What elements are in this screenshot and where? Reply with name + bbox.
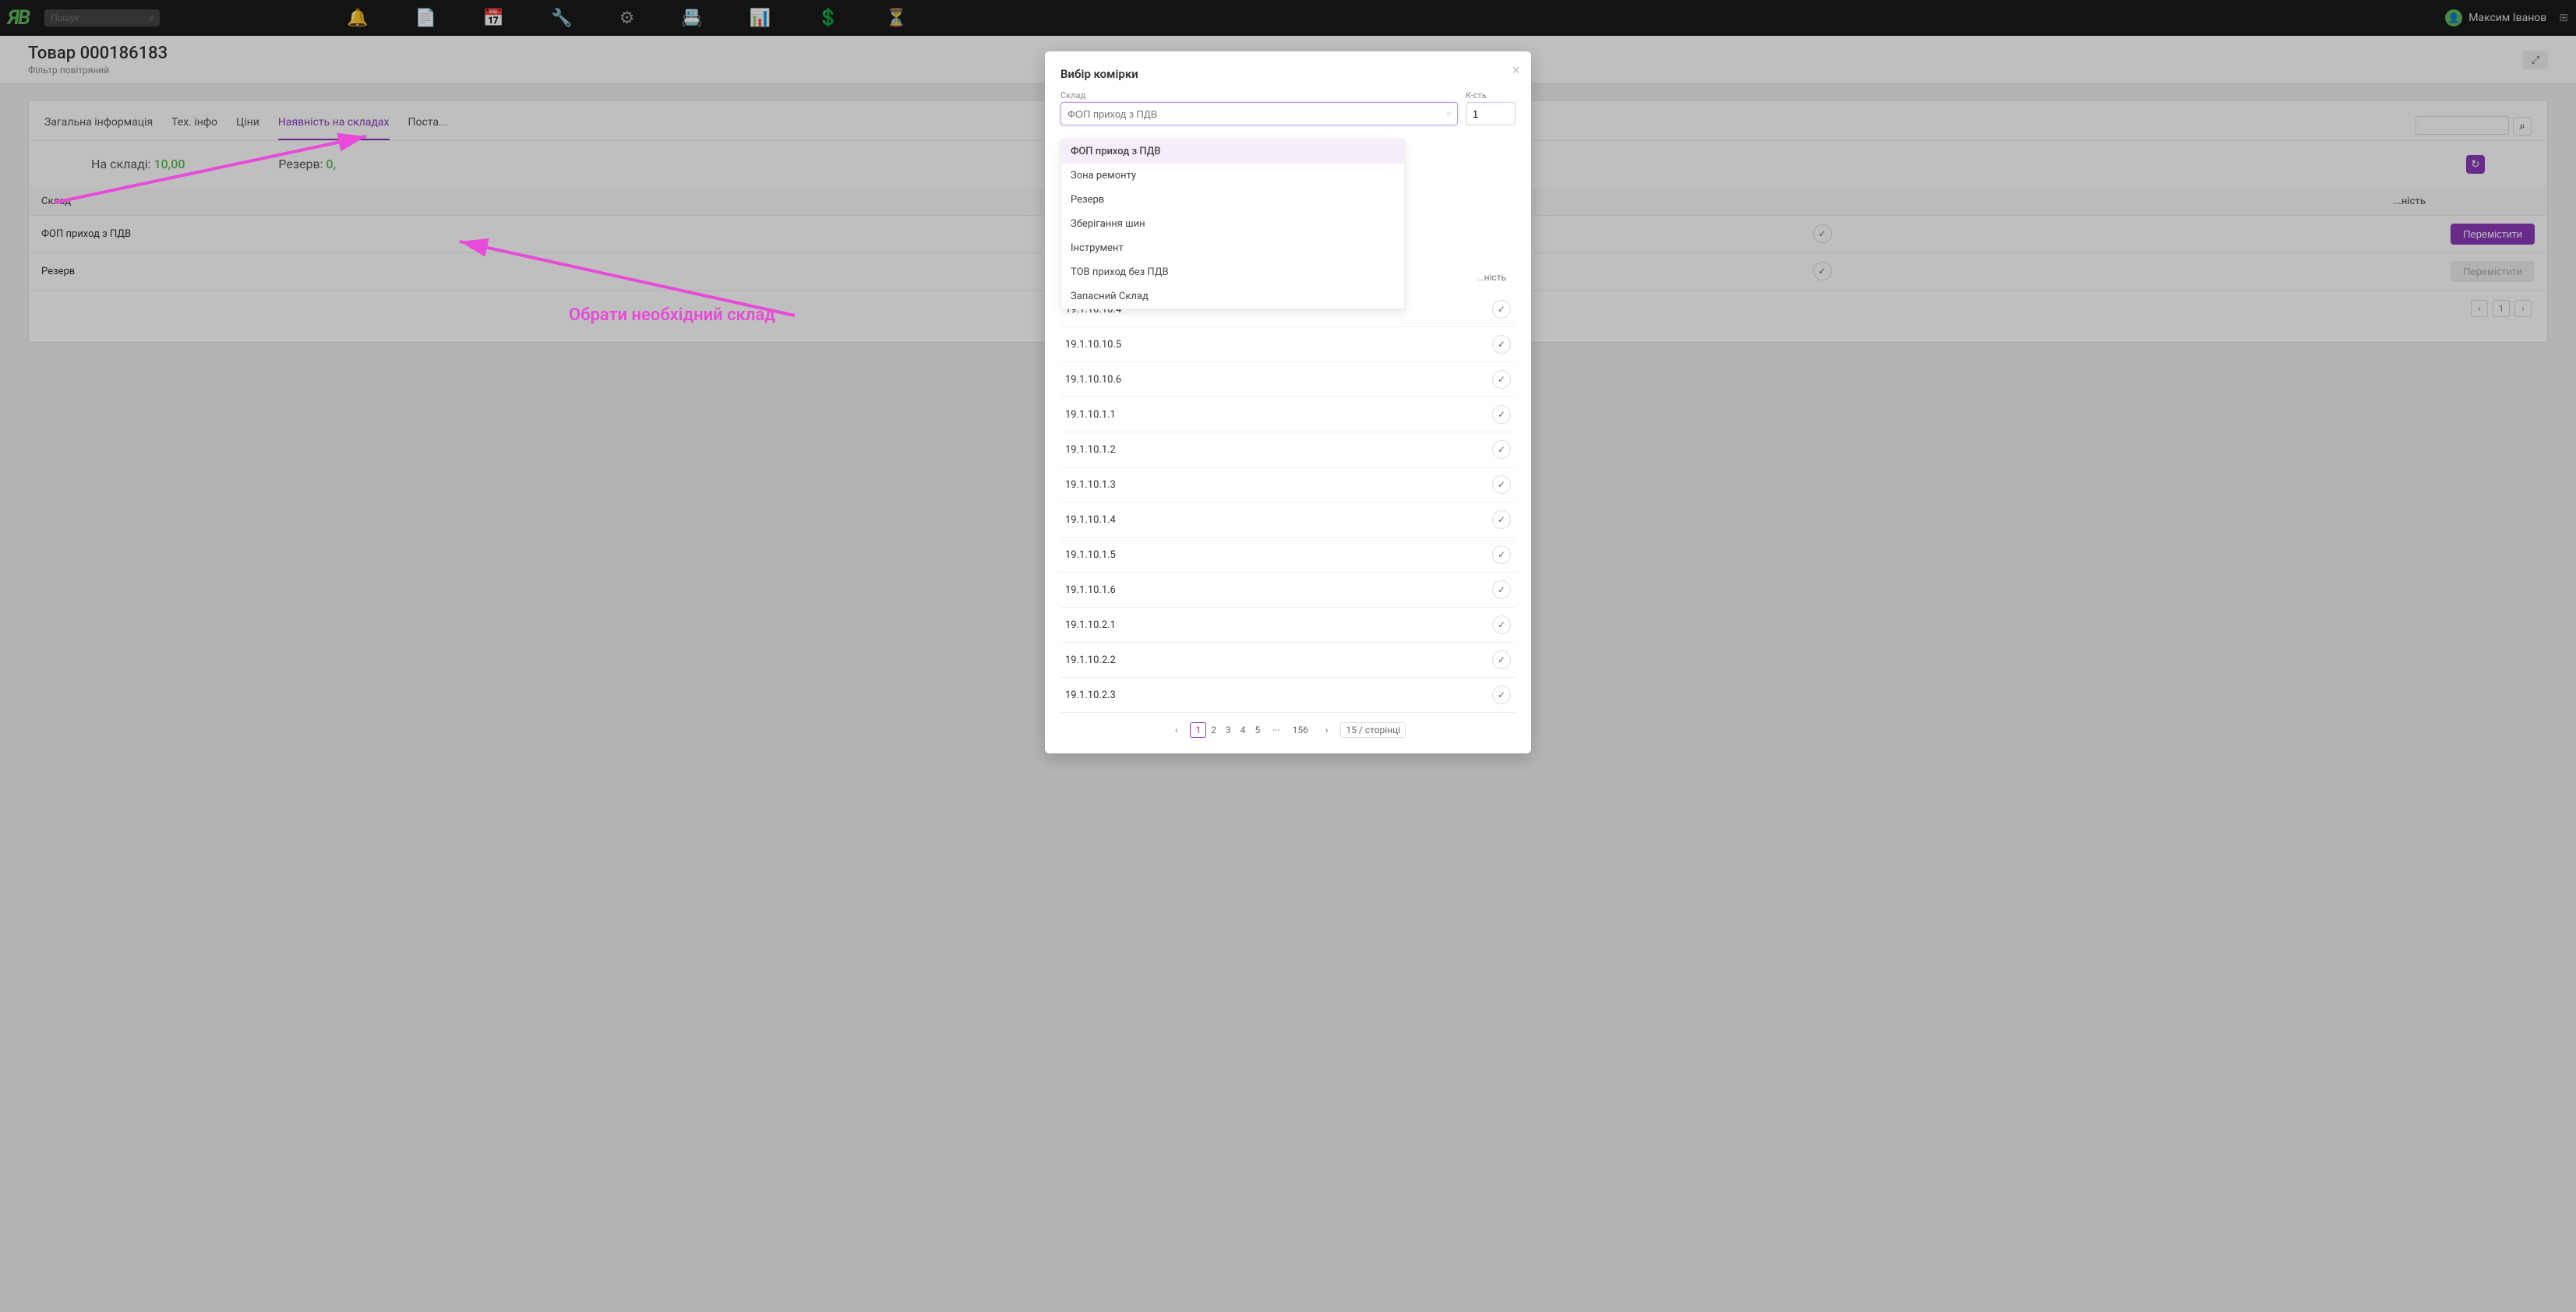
- sklad-field: Склад ⌕ ФОП приход з ПДВЗона ремонтуРезе…: [1060, 90, 1458, 125]
- modal-page-total[interactable]: 156: [1288, 723, 1313, 737]
- modal-page-4[interactable]: 4: [1236, 723, 1251, 737]
- modal-title: Вибір комірки: [1060, 67, 1516, 81]
- cell-row: 19.1.10.1.5 ✓: [1060, 538, 1516, 573]
- dropdown-item[interactable]: ТОВ приход без ПДВ: [1061, 260, 1404, 284]
- cell-row: 19.1.10.2.1 ✓: [1060, 608, 1516, 643]
- modal-page-5[interactable]: 5: [1250, 723, 1265, 737]
- dropdown-item[interactable]: Інструмент: [1061, 236, 1404, 260]
- cell-name: 19.1.10.1.4: [1065, 514, 1492, 526]
- cell-name: 19.1.10.1.6: [1065, 584, 1492, 596]
- cell-select-button[interactable]: ✓: [1492, 615, 1511, 634]
- cell-row: 19.1.10.2.2 ✓: [1060, 643, 1516, 678]
- dropdown-item[interactable]: ФОП приход з ПДВ: [1061, 139, 1404, 164]
- cell-select-button[interactable]: ✓: [1492, 651, 1511, 669]
- cell-row: 19.1.10.1.1 ✓: [1060, 397, 1516, 432]
- dropdown-search-icon: ⌕: [1446, 108, 1452, 119]
- cell-select-button[interactable]: ✓: [1492, 405, 1511, 424]
- sklad-label: Склад: [1060, 90, 1458, 101]
- cell-name: 19.1.10.10.5: [1065, 339, 1492, 351]
- cell-row: 19.1.10.1.4 ✓: [1060, 503, 1516, 538]
- modal-page-next[interactable]: ›: [1321, 723, 1333, 737]
- cell-select-button[interactable]: ✓: [1492, 300, 1511, 319]
- dropdown-item[interactable]: Зберігання шин: [1061, 212, 1404, 236]
- cell-select-button[interactable]: ✓: [1492, 370, 1511, 389]
- cell-select-button[interactable]: ✓: [1492, 545, 1511, 564]
- qty-field: К-сть: [1466, 90, 1516, 125]
- cell-name: 19.1.10.1.1: [1065, 409, 1492, 421]
- dropdown-item[interactable]: Резерв: [1061, 188, 1404, 212]
- cell-name: 19.1.10.1.3: [1065, 479, 1492, 491]
- cell-select-button[interactable]: ✓: [1492, 440, 1511, 459]
- modal-page-prev[interactable]: ‹: [1170, 723, 1183, 737]
- modal-page-3[interactable]: 3: [1221, 723, 1236, 737]
- cell-select-button[interactable]: ✓: [1492, 475, 1511, 494]
- sklad-input[interactable]: [1060, 102, 1458, 125]
- cell-name: 19.1.10.1.5: [1065, 549, 1492, 561]
- qty-input[interactable]: [1466, 102, 1516, 125]
- modal-page-2[interactable]: 2: [1206, 723, 1221, 737]
- cell-row: 19.1.10.1.2 ✓: [1060, 432, 1516, 467]
- cell-name: 19.1.10.2.1: [1065, 619, 1492, 631]
- cell-row: 19.1.10.1.6 ✓: [1060, 573, 1516, 608]
- cell-col-right: ...ність: [1472, 269, 1511, 286]
- pager-dots: ···: [1272, 725, 1279, 735]
- cell-row: 19.1.10.1.3 ✓: [1060, 467, 1516, 503]
- cell-row: 19.1.10.10.6 ✓: [1060, 362, 1516, 397]
- cell-name: 19.1.10.2.3: [1065, 690, 1492, 701]
- cell-select-button[interactable]: ✓: [1492, 335, 1511, 354]
- sklad-dropdown: ФОП приход з ПДВЗона ремонтуРезервЗберіг…: [1060, 139, 1405, 309]
- cell-select-modal: Вибір комірки × Склад ⌕ ФОП приход з ПДВ…: [1045, 51, 1531, 753]
- cell-select-button[interactable]: ✓: [1492, 580, 1511, 599]
- modal-pagination: ‹ 12345 ··· 156 › 15 / сторінці: [1060, 722, 1516, 738]
- cell-name: 19.1.10.10.6: [1065, 374, 1492, 386]
- modal-page-1[interactable]: 1: [1190, 722, 1206, 738]
- qty-label: К-сть: [1466, 90, 1516, 101]
- cell-row: 19.1.10.2.3 ✓: [1060, 678, 1516, 713]
- close-icon[interactable]: ×: [1512, 62, 1520, 79]
- cell-name: 19.1.10.1.2: [1065, 444, 1492, 456]
- per-page-select[interactable]: 15 / сторінці: [1340, 722, 1406, 738]
- dropdown-item[interactable]: Запасний Склад: [1061, 284, 1404, 309]
- dropdown-item[interactable]: Зона ремонту: [1061, 164, 1404, 188]
- cell-row: 19.1.10.10.5 ✓: [1060, 327, 1516, 362]
- cell-select-button[interactable]: ✓: [1492, 510, 1511, 529]
- cell-name: 19.1.10.2.2: [1065, 654, 1492, 666]
- cell-select-button[interactable]: ✓: [1492, 686, 1511, 704]
